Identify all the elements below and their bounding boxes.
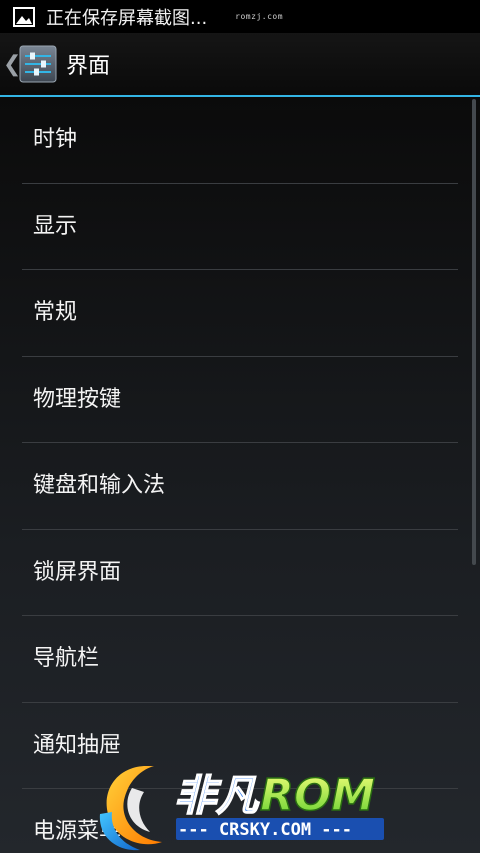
status-bar: 正在保存屏幕截图... romzj.com xyxy=(0,0,480,33)
list-item-general[interactable]: 常规 xyxy=(0,270,480,357)
watermark-site: --- CRSKY.COM --- xyxy=(178,820,352,840)
list-item-label: 键盘和输入法 xyxy=(33,473,166,498)
list-item-lockscreen[interactable]: 锁屏界面 xyxy=(0,530,480,616)
list-item-label: 物理按键 xyxy=(33,386,122,412)
list-item-label: 时钟 xyxy=(33,127,78,152)
list-item-label: 锁屏界面 xyxy=(33,559,122,585)
list-item-label: 显示 xyxy=(33,213,78,239)
image-icon xyxy=(13,6,35,27)
watermark-brand-en: ROM xyxy=(260,770,375,821)
list-item-clock[interactable]: 时钟 xyxy=(0,97,480,184)
list-item-label: 常规 xyxy=(33,300,78,325)
settings-list: 时钟 显示 常规 物理按键 键盘和输入法 锁屏界面 导航栏 通知抽屉 电源菜单 xyxy=(0,97,480,853)
list-item-keyboard-input[interactable]: 键盘和输入法 xyxy=(0,443,480,530)
scrollbar[interactable] xyxy=(472,99,476,565)
list-item-navigation-bar[interactable]: 导航栏 xyxy=(0,616,480,703)
watermark-brand-cn: 非凡 xyxy=(174,771,260,820)
list-item-label: 导航栏 xyxy=(33,646,100,671)
status-notification-text: 正在保存屏幕截图... xyxy=(46,7,208,29)
list-item-hardware-keys[interactable]: 物理按键 xyxy=(0,357,480,443)
list-item-display[interactable]: 显示 xyxy=(0,184,480,270)
page-title: 界面 xyxy=(66,54,111,79)
status-watermark: romzj.com xyxy=(235,12,284,21)
action-bar: ❮ 界面 xyxy=(0,33,480,95)
crsky-watermark-logo: 非凡 ROM --- CRSKY.COM --- xyxy=(99,766,384,851)
chevron-left-icon[interactable]: ❮ xyxy=(3,52,21,77)
settings-sliders-icon[interactable] xyxy=(19,45,57,83)
